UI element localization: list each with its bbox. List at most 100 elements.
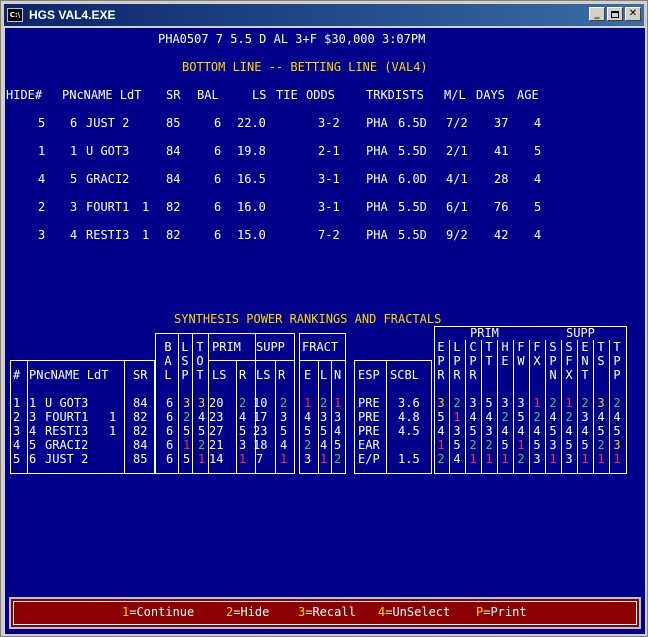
- days-value: 41: [494, 144, 509, 158]
- sr-value: 84: [133, 396, 148, 410]
- rank-cell: 2: [280, 396, 288, 410]
- bet-col-header: BAL: [197, 88, 219, 102]
- right-col-header-letter: T: [613, 340, 621, 354]
- footer-key-recall[interactable]: 3=Recall: [298, 605, 356, 619]
- footer-key-print[interactable]: P=Print: [476, 605, 527, 619]
- column-divider: [577, 340, 578, 474]
- horse-name: RESTI3: [86, 228, 130, 242]
- fractal-cell: 1: [533, 396, 541, 410]
- right-col-header-letter: L: [453, 340, 461, 354]
- rank-cell: 6: [166, 410, 174, 424]
- footer-key-hide[interactable]: 2=Hide: [226, 605, 269, 619]
- supp-ls-header: LS: [256, 368, 271, 382]
- right-col-header-letter: F: [533, 340, 541, 354]
- morning-line: 6/1: [446, 200, 468, 214]
- rank-cell: 4: [334, 424, 342, 438]
- rank-number: 3: [13, 424, 21, 438]
- fract-l-header: L: [320, 368, 328, 382]
- fractal-cell: 5: [581, 438, 589, 452]
- minimize-button[interactable]: _: [589, 7, 605, 21]
- fractal-cell: 3: [501, 396, 509, 410]
- synthesis-title: SYNTHESIS POWER RANKINGS AND FRACTALS: [174, 312, 442, 326]
- scbl-value: 4.5: [398, 424, 420, 438]
- fractal-cell: 2: [485, 438, 493, 452]
- bottom-line-title: BOTTOM LINE -- BETTING LINE (VAL4): [182, 60, 428, 74]
- right-col-header-letter: T: [485, 354, 493, 368]
- fractal-cell: 2: [581, 396, 589, 410]
- rank-cell: 2: [320, 396, 328, 410]
- title-bar[interactable]: C:\ HGS VAL4.EXE _ ✕: [4, 4, 644, 26]
- bet-col-header: DAYS: [476, 88, 505, 102]
- footer-key-unselect[interactable]: 4=UnSelect: [378, 605, 450, 619]
- ldt-value: 1: [109, 424, 117, 438]
- vertical-header-letter: O: [196, 354, 204, 368]
- days-value: 42: [494, 228, 509, 242]
- vertical-header-letter: B: [164, 340, 172, 354]
- maximize-button[interactable]: [607, 7, 623, 21]
- hide-number: 4: [38, 172, 46, 186]
- fract-header: FRACT: [302, 340, 339, 354]
- close-button[interactable]: ✕: [625, 7, 641, 21]
- bal-prim-supp-block: [155, 333, 295, 474]
- rank-cell: 6: [166, 424, 174, 438]
- row-divider: [208, 360, 295, 361]
- prim-ls-header: LS: [212, 368, 227, 382]
- fractal-cell: 4: [613, 410, 621, 424]
- race-info: PHA0507 7 5.5 D AL 3+F $30,000 3:07PM: [158, 32, 426, 46]
- hide-number: 2: [38, 200, 46, 214]
- fractal-cell: 4: [581, 424, 589, 438]
- rank-cell: 17: [253, 410, 268, 424]
- bal-value: 6: [214, 116, 222, 130]
- bal-value: 6: [214, 144, 222, 158]
- right-col-header-letter: S: [565, 340, 573, 354]
- horse-name: GRACI2: [45, 438, 89, 452]
- rank-cell: 3: [320, 410, 328, 424]
- footer-key-continue[interactable]: 1=Continue: [122, 605, 194, 619]
- right-col-header-letter: S: [597, 354, 605, 368]
- rank-cell: 10: [253, 396, 268, 410]
- right-col-header-letter: R: [437, 368, 445, 382]
- column-divider: [318, 360, 319, 474]
- console-app-icon[interactable]: C:\: [7, 8, 23, 22]
- morning-line: 2/1: [446, 144, 468, 158]
- rank-number: 1: [13, 396, 21, 410]
- sr-value: 82: [166, 228, 181, 242]
- fractal-cell: 5: [613, 424, 621, 438]
- right-col-header-letter: E: [581, 340, 589, 354]
- fractal-cell: 1: [485, 452, 493, 466]
- ldt-value: 1: [109, 410, 117, 424]
- fractal-cell: 5: [469, 424, 477, 438]
- right-col-header-letter: P: [613, 354, 621, 368]
- fractal-cell: 5: [437, 410, 445, 424]
- fractal-cell: 1: [453, 410, 461, 424]
- rank-cell: 27: [209, 424, 224, 438]
- rank-cell: 4: [320, 438, 328, 452]
- scbl-value: 3.6: [398, 396, 420, 410]
- key-label: =UnSelect: [385, 605, 451, 619]
- horse-name: JUST 2: [86, 116, 130, 130]
- console-window: C:\ HGS VAL4.EXE _ ✕ PHA0507 7 5.5 D AL …: [0, 0, 648, 637]
- close-icon: ✕: [628, 8, 638, 19]
- bet-col-header: ODDS: [306, 88, 335, 102]
- rank-cell: 3: [183, 396, 191, 410]
- days-value: 76: [494, 200, 509, 214]
- track-value: PHA: [366, 116, 388, 130]
- rank-number: 5: [13, 452, 21, 466]
- distance-value: 5.5D: [398, 228, 427, 242]
- key-label: =Continue: [129, 605, 195, 619]
- fractal-cell: 4: [597, 410, 605, 424]
- ls-value: 15.0: [237, 228, 266, 242]
- horse-name: GRACI2: [86, 172, 130, 186]
- rank-cell: 5: [239, 424, 247, 438]
- fractal-cell: 4: [453, 452, 461, 466]
- rank-cell: 4: [198, 410, 206, 424]
- rank-cell: 3: [198, 396, 206, 410]
- rank-cell: 23: [253, 424, 268, 438]
- right-col-header-letter: F: [517, 340, 525, 354]
- fractal-cell: 3: [581, 410, 589, 424]
- fractal-cell: 2: [613, 396, 621, 410]
- rank-number: 2: [13, 410, 21, 424]
- right-col-header-letter: P: [613, 368, 621, 382]
- ldt-value: 1: [142, 200, 150, 214]
- column-divider: [331, 360, 332, 474]
